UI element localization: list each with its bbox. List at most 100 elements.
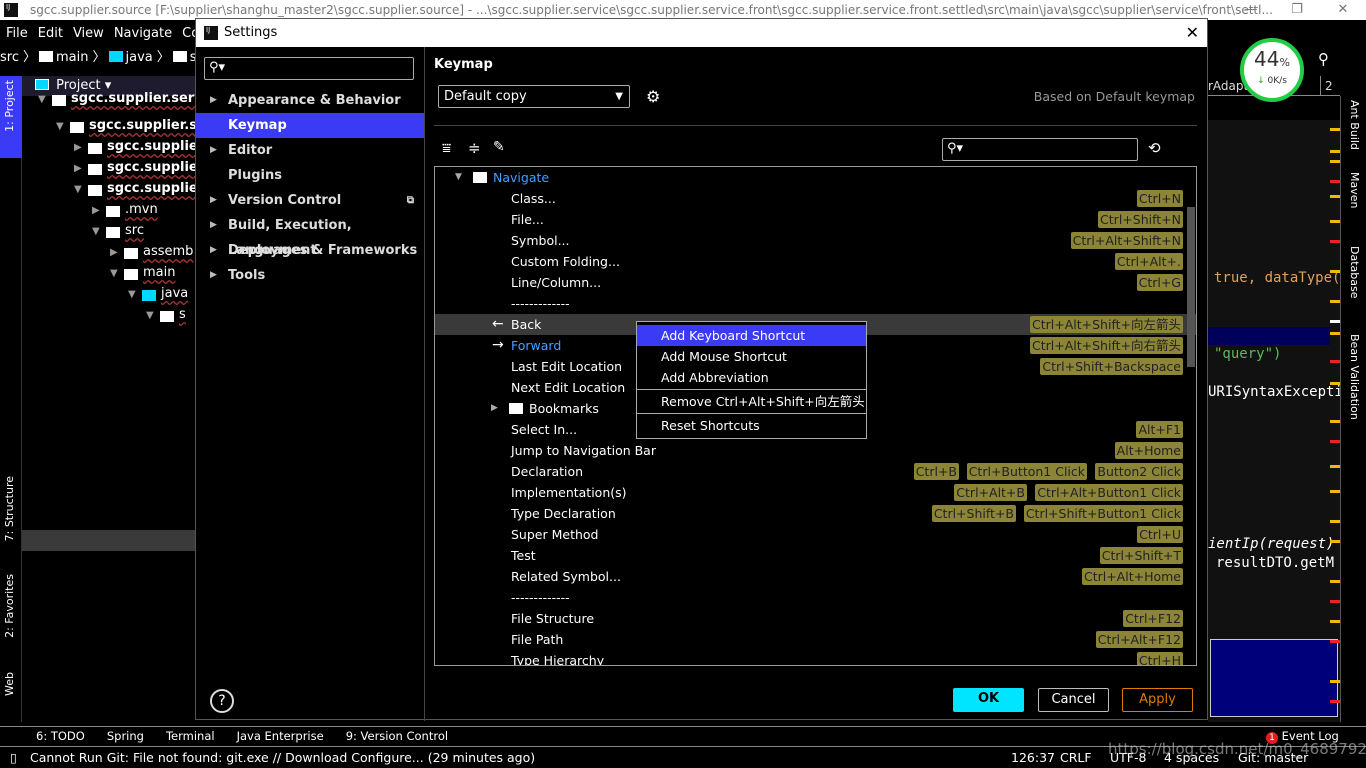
bean-validation-tab[interactable]: Bean Validation bbox=[1348, 334, 1361, 420]
menu-item-add-mouse-shortcut[interactable]: Add Mouse Shortcut bbox=[637, 346, 866, 367]
keymap-row[interactable]: Super Method Ctrl+U bbox=[435, 524, 1196, 545]
close-window-button[interactable]: ✕ bbox=[1320, 0, 1366, 20]
toolwindow-java-enterprise[interactable]: Java Enterprise bbox=[237, 729, 324, 743]
keymap-row[interactable]: Test Ctrl+Shift+T bbox=[435, 545, 1196, 566]
edit-icon[interactable]: ✎ bbox=[493, 139, 505, 155]
tree-item[interactable]: java bbox=[161, 286, 188, 301]
tree-item[interactable]: sgcc.supplier. bbox=[107, 139, 207, 154]
menu-item-add-keyboard-shortcut[interactable]: Add Keyboard Shortcut bbox=[637, 325, 866, 346]
line-separator[interactable]: CRLF bbox=[1060, 747, 1092, 768]
breadcrumb-item[interactable]: java bbox=[126, 50, 153, 65]
tree-toggle[interactable]: ▶ bbox=[74, 142, 82, 153]
help-button[interactable]: ? bbox=[210, 689, 234, 713]
tree-toggle[interactable]: ▼ bbox=[455, 167, 462, 188]
maven-tab[interactable]: Maven bbox=[1348, 172, 1361, 208]
keymap-row[interactable]: Implementation(s) Ctrl+Alt+Button1 Click C… bbox=[435, 482, 1196, 503]
close-dialog-button[interactable]: ✕ bbox=[1186, 19, 1199, 47]
tree-item[interactable]: s bbox=[179, 307, 186, 322]
keymap-row[interactable]: Jump to Navigation Bar Alt+Home bbox=[435, 440, 1196, 461]
tree-item[interactable]: assemb bbox=[143, 244, 193, 259]
tree-toggle[interactable]: ▼ bbox=[146, 310, 154, 321]
toolwindow-todo[interactable]: 6: TODO bbox=[36, 729, 85, 743]
keymap-search-input[interactable]: ⚲▾ bbox=[942, 138, 1138, 161]
expand-all-icon[interactable]: ⩸ bbox=[442, 139, 451, 157]
nav-item-editor[interactable]: ▶ Editor bbox=[196, 138, 424, 163]
minimize-button[interactable]: — bbox=[1228, 0, 1274, 20]
keymap-row[interactable]: File... Ctrl+Shift+N bbox=[435, 209, 1196, 230]
gear-icon[interactable]: ⚙ bbox=[646, 87, 660, 106]
keymap-row[interactable]: Custom Folding... Ctrl+Alt+. bbox=[435, 251, 1196, 272]
keymap-row[interactable]: Declaration Button2 Click Ctrl+Button1 Cli… bbox=[435, 461, 1196, 482]
project-tool-tab[interactable]: 1: Project bbox=[0, 76, 22, 158]
menu-file[interactable]: File bbox=[6, 26, 28, 41]
nav-item-tools[interactable]: ▶ Tools bbox=[196, 263, 424, 288]
tree-toggle[interactable]: ▼ bbox=[56, 121, 64, 132]
selected-row[interactable] bbox=[22, 530, 195, 551]
breadcrumb-item[interactable]: src bbox=[0, 50, 19, 65]
tree-item[interactable]: sgcc.supplier.ser bbox=[89, 118, 212, 133]
keymap-row[interactable]: Line/Column... Ctrl+G bbox=[435, 272, 1196, 293]
keymap-row[interactable]: Type Hierarchy Ctrl+H bbox=[435, 650, 1196, 665]
tree-toggle[interactable]: ▶ bbox=[74, 163, 82, 174]
scrollbar[interactable] bbox=[1187, 207, 1195, 367]
find-shortcut-icon[interactable]: ⟲ bbox=[1148, 139, 1161, 157]
tree-toggle[interactable]: ▼ bbox=[74, 184, 82, 195]
tree-toggle[interactable]: ▼ bbox=[92, 226, 100, 237]
caret-position[interactable]: 126:37 bbox=[1011, 747, 1055, 768]
breadcrumb-item[interactable]: main bbox=[56, 50, 88, 65]
keymap-row[interactable]: Symbol... Ctrl+Alt+Shift+N bbox=[435, 230, 1196, 251]
ant-build-tab[interactable]: Ant Build bbox=[1348, 100, 1361, 150]
status-message[interactable]: Cannot Run Git: File not found: git.exe … bbox=[30, 747, 535, 768]
keymap-row[interactable]: File Structure Ctrl+F12 bbox=[435, 608, 1196, 629]
database-tab[interactable]: Database bbox=[1348, 246, 1361, 299]
toolwindow-version-control[interactable]: 9: Version Control bbox=[346, 729, 448, 743]
toolwindow-spring[interactable]: Spring bbox=[107, 729, 144, 743]
tree-toggle[interactable]: ▶ bbox=[110, 247, 118, 258]
menu-view[interactable]: View bbox=[73, 26, 104, 41]
tree-toggle[interactable]: ▶ bbox=[92, 205, 100, 216]
tree-item[interactable]: main bbox=[143, 265, 175, 280]
tree-toggle[interactable]: ▼ bbox=[38, 94, 46, 105]
tab-count[interactable]: 2 bbox=[1320, 76, 1333, 96]
keymap-row[interactable]: ▼ Navigate bbox=[435, 167, 1196, 188]
nav-item-appearance-behavior[interactable]: ▶ Appearance & Behavior bbox=[196, 88, 424, 113]
menu-item-reset-shortcuts[interactable]: Reset Shortcuts bbox=[637, 415, 866, 436]
cancel-button[interactable]: Cancel bbox=[1038, 688, 1109, 712]
tree-item[interactable]: .mvn bbox=[125, 202, 158, 217]
tree-item[interactable]: sgcc.supplier. bbox=[107, 181, 207, 196]
tree-toggle[interactable]: ▼ bbox=[128, 289, 136, 300]
keymap-select[interactable]: Default copy ▼ bbox=[438, 85, 630, 108]
keymap-row[interactable]: Type Declaration Ctrl+Shift+Button1 Click… bbox=[435, 503, 1196, 524]
favorites-tab[interactable]: 2: Favorites bbox=[3, 574, 16, 638]
structure-tab[interactable]: 7: Structure bbox=[3, 476, 16, 541]
keymap-row[interactable]: File Path Ctrl+Alt+F12 bbox=[435, 629, 1196, 650]
nav-item-version-control[interactable]: ▶ Version Control ⧉ bbox=[196, 188, 424, 213]
keymap-row[interactable]: Related Symbol... Ctrl+Alt+Home bbox=[435, 566, 1196, 587]
menu-navigate[interactable]: Navigate bbox=[114, 26, 172, 41]
search-everywhere-icon[interactable]: ⚲ bbox=[1318, 50, 1329, 68]
network-speed-widget[interactable]: 44% ↓ 0K/s bbox=[1240, 38, 1304, 102]
keymap-row[interactable]: ------------- bbox=[435, 587, 1196, 608]
menu-item-remove-shortcut[interactable]: Remove Ctrl+Alt+Shift+向左箭头 bbox=[637, 391, 866, 412]
keymap-row[interactable]: ------------- bbox=[435, 293, 1196, 314]
code-editor[interactable]: true, dataType( "query") URISyntaxExcept… bbox=[1208, 120, 1343, 722]
nav-item-keymap[interactable]: Keymap bbox=[196, 113, 424, 138]
nav-item-build-execution-deployment[interactable]: ▶ Build, Execution, Deployment bbox=[196, 213, 424, 258]
tree-item[interactable]: sgcc.supplier.servic bbox=[71, 91, 215, 106]
tree-item[interactable]: src bbox=[125, 223, 144, 238]
tree-toggle[interactable]: ▶ bbox=[491, 398, 498, 419]
collapse-all-icon[interactable]: ≑ bbox=[468, 139, 481, 157]
toolwindow-terminal[interactable]: Terminal bbox=[166, 729, 215, 743]
ok-button[interactable]: OK bbox=[953, 688, 1024, 712]
keymap-row[interactable]: Class... Ctrl+N bbox=[435, 188, 1196, 209]
settings-search-input[interactable]: ⚲▾ bbox=[204, 57, 414, 80]
menu-edit[interactable]: Edit bbox=[38, 26, 63, 41]
tree-item[interactable]: sgcc.supplier. bbox=[107, 160, 207, 175]
nav-item-plugins[interactable]: Plugins bbox=[196, 163, 424, 188]
menu-item-add-abbreviation[interactable]: Add Abbreviation bbox=[637, 367, 866, 388]
web-tab[interactable]: Web bbox=[3, 672, 16, 696]
tree-toggle[interactable]: ▼ bbox=[110, 268, 118, 279]
apply-button[interactable]: Apply bbox=[1122, 688, 1193, 712]
nav-item-languages-frameworks[interactable]: ▶ Languages & Frameworks bbox=[196, 238, 424, 263]
restore-button[interactable]: ❐ bbox=[1274, 0, 1320, 20]
